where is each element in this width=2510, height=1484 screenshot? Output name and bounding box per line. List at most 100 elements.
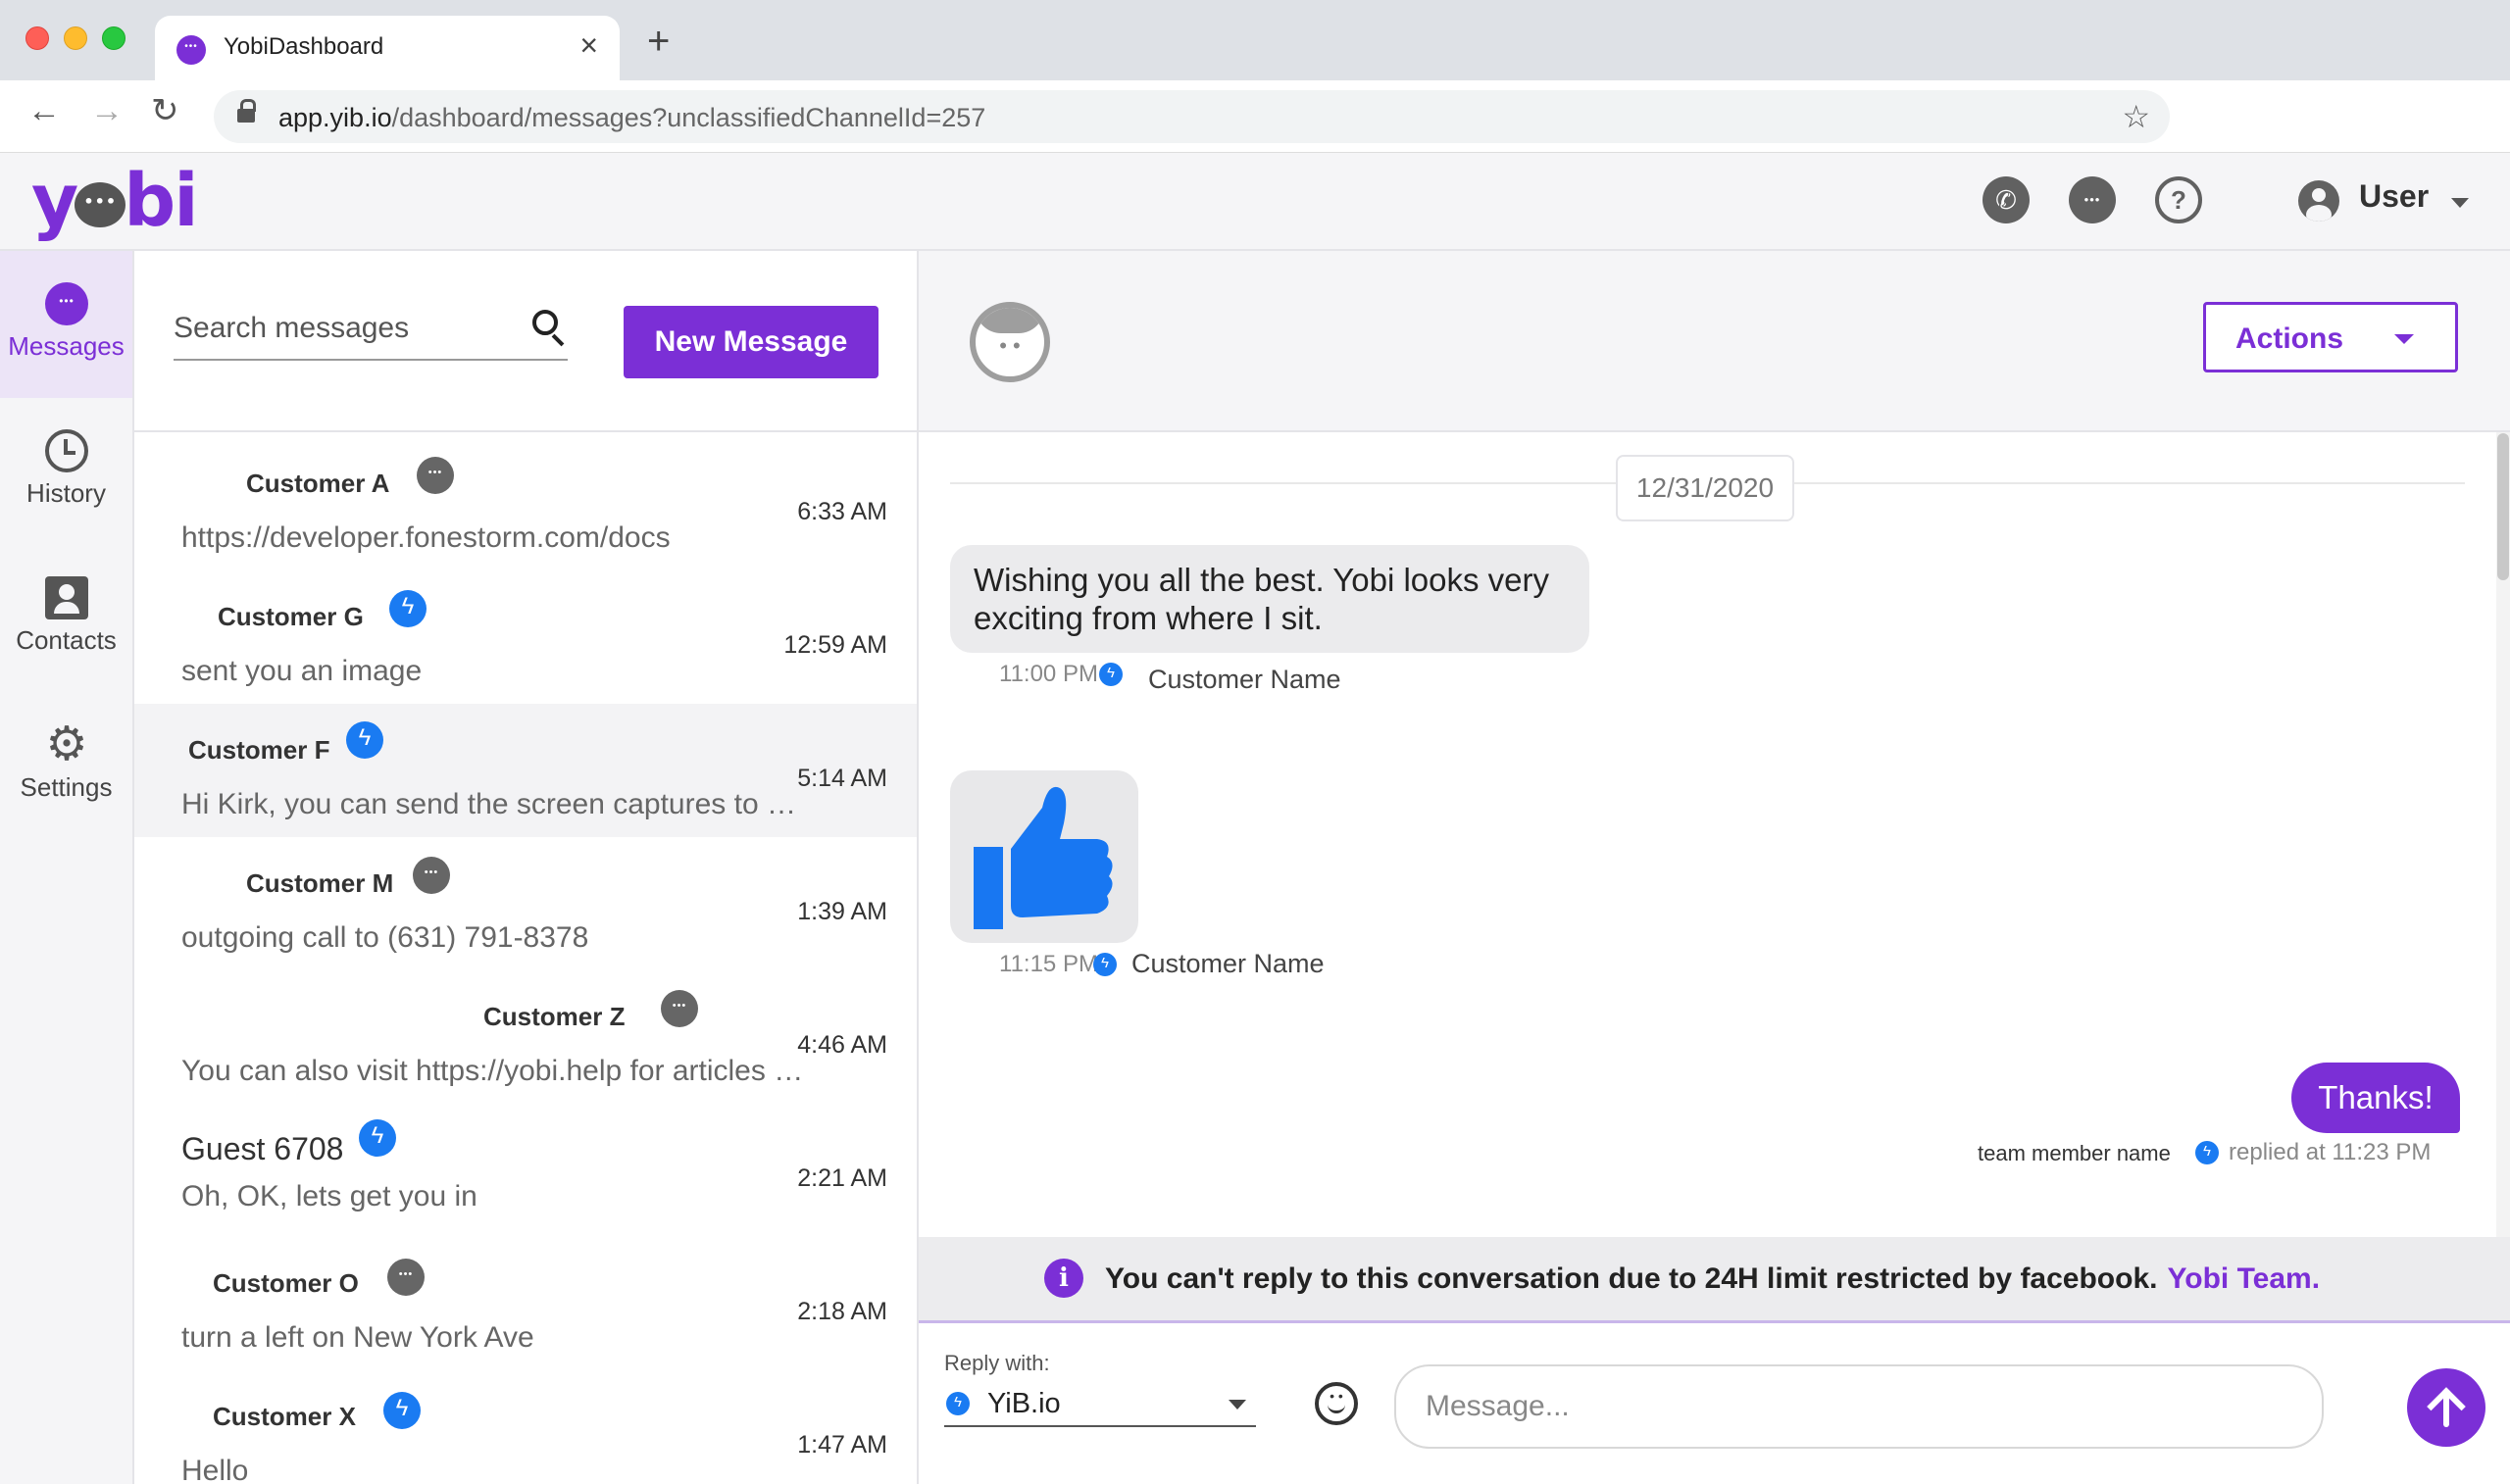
search-icon[interactable]: [532, 310, 558, 335]
reload-icon[interactable]: ↻: [151, 94, 179, 127]
yobi-team-link[interactable]: Yobi Team.: [2167, 1262, 2320, 1295]
sidebar-item-messages[interactable]: Messages: [0, 251, 132, 398]
notice-message: You can't reply to this conversation due…: [1105, 1262, 2158, 1295]
actions-dropdown-button[interactable]: Actions: [2203, 302, 2458, 372]
conversation-name: Customer X: [213, 1402, 356, 1431]
chat-header: Actions: [919, 251, 2510, 432]
chevron-down-icon: [1229, 1400, 1246, 1410]
conversation-name: Customer M: [246, 868, 394, 898]
contacts-icon: [45, 576, 88, 619]
sidebar-nav: Messages History Contacts ⚙ Settings: [0, 251, 134, 1484]
reply-with-value: YiB.io: [987, 1388, 1061, 1419]
emoji-icon[interactable]: [1315, 1382, 1358, 1425]
sms-channel-icon: [413, 857, 450, 894]
chevron-down-icon: [2394, 334, 2414, 344]
gear-icon: ⚙: [45, 718, 88, 770]
message-time: 11:00 PM: [999, 661, 1098, 687]
forward-arrow-icon[interactable]: →: [90, 94, 124, 127]
conversation-snippet: sent you an image: [181, 655, 423, 687]
list-item[interactable]: Customer X Hello 1:47 AM: [134, 1370, 917, 1484]
conversation-time: 6:33 AM: [797, 498, 887, 525]
message-composer: Reply with: YiB.io: [919, 1323, 2510, 1484]
replied-time: replied at 11:23 PM: [2229, 1139, 2432, 1165]
favicon-icon: [176, 35, 206, 65]
list-item[interactable]: Customer M outgoing call to (631) 791-83…: [134, 837, 917, 970]
conversation-snippet: outgoing call to (631) 791-8378: [181, 921, 589, 954]
send-button[interactable]: [2407, 1368, 2485, 1447]
incoming-message-bubble: Wishing you all the best. Yobi looks ver…: [950, 545, 1589, 653]
user-avatar-icon[interactable]: [2298, 180, 2339, 222]
list-item[interactable]: Customer O turn a left on New York Ave 2…: [134, 1237, 917, 1370]
actions-label: Actions: [2235, 322, 2344, 355]
window-close-button[interactable]: [25, 26, 49, 50]
new-message-button[interactable]: New Message: [624, 306, 878, 378]
help-icon[interactable]: ?: [2155, 176, 2202, 223]
search-input[interactable]: [174, 312, 507, 345]
sms-channel-icon: [387, 1259, 425, 1296]
browser-tab[interactable]: YobiDashboard ×: [155, 16, 620, 80]
tab-close-icon[interactable]: ×: [579, 27, 598, 64]
messenger-channel-icon: [389, 590, 427, 627]
message-input[interactable]: [1394, 1364, 2324, 1449]
list-item[interactable]: Customer G sent you an image 12:59 AM: [134, 570, 917, 704]
user-menu-caret-icon[interactable]: [2451, 198, 2469, 208]
conversation-snippet: You can also visit https://yobi.help for…: [181, 1055, 809, 1087]
conversation-snippet: turn a left on New York Ave: [181, 1321, 534, 1354]
messenger-channel-icon: [359, 1119, 396, 1157]
sidebar-item-contacts[interactable]: Contacts: [0, 545, 132, 692]
chat-icon[interactable]: •••: [2069, 176, 2116, 223]
message-time: 11:15 PM: [999, 951, 1098, 977]
address-bar[interactable]: app.yib.io/dashboard/messages?unclassifi…: [214, 90, 2170, 143]
logo-bubble-icon: [75, 182, 126, 227]
messenger-channel-icon: [1099, 663, 1123, 686]
sms-channel-icon: [661, 990, 698, 1027]
messenger-channel-icon: [1093, 953, 1117, 976]
yobi-logo[interactable]: ybi: [31, 159, 199, 243]
list-item[interactable]: Guest 6708 Oh, OK, lets get you in 2:21 …: [134, 1104, 917, 1237]
conversation-time: 4:46 AM: [797, 1031, 887, 1059]
contact-avatar-icon[interactable]: [970, 302, 1050, 382]
user-name[interactable]: User: [2359, 178, 2429, 215]
list-item[interactable]: Customer F Hi Kirk, you can send the scr…: [134, 704, 917, 837]
window-minimize-button[interactable]: [64, 26, 87, 50]
conversation-snippet: Hi Kirk, you can send the screen capture…: [181, 788, 809, 820]
bookmark-star-icon[interactable]: ☆: [2122, 98, 2150, 135]
conversation-time: 2:21 AM: [797, 1164, 887, 1192]
browser-tabbar: YobiDashboard × +: [0, 0, 2510, 80]
conversation-name: Customer O: [213, 1268, 359, 1298]
conversation-name: Customer G: [218, 602, 364, 631]
sidebar-item-label: Settings: [20, 772, 113, 802]
list-item[interactable]: Customer A https://developer.fonestorm.c…: [134, 437, 917, 570]
reply-with-select[interactable]: YiB.io: [944, 1382, 1256, 1427]
conversation-name: Guest 6708: [181, 1131, 344, 1166]
image-attachment[interactable]: [950, 770, 1138, 943]
notice-text: You can't reply to this conversation due…: [1105, 1262, 2320, 1296]
sidebar-item-settings[interactable]: ⚙ Settings: [0, 692, 132, 839]
chat-scrollbar-thumb[interactable]: [2497, 433, 2509, 580]
url-text[interactable]: app.yib.io/dashboard/messages?unclassifi…: [278, 103, 985, 133]
back-arrow-icon[interactable]: ←: [27, 94, 61, 127]
url-host: app.yib.io: [278, 103, 392, 132]
team-member-name: team member name: [1978, 1141, 2171, 1165]
conversation-time: 5:14 AM: [797, 765, 887, 792]
sidebar-item-history[interactable]: History: [0, 398, 132, 545]
list-item[interactable]: Customer Z You can also visit https://yo…: [134, 970, 917, 1104]
logo-right: bi: [124, 159, 198, 243]
conversation-list-panel: New Message Customer A https://developer…: [134, 251, 919, 1484]
new-tab-icon[interactable]: +: [647, 22, 670, 61]
list-header: New Message: [134, 251, 917, 432]
reply-with-label: Reply with:: [944, 1351, 1050, 1375]
conversation-name: Customer Z: [483, 1002, 626, 1031]
date-chip: 12/31/2020: [1616, 455, 1794, 521]
reply-restriction-notice: i You can't reply to this conversation d…: [919, 1237, 2510, 1323]
conversation-snippet: https://developer.fonestorm.com/docs: [181, 521, 671, 554]
messenger-channel-icon: [346, 721, 383, 759]
chat-panel: Actions 12/31/2020 Wishing you all the b…: [919, 251, 2510, 1484]
window-zoom-button[interactable]: [102, 26, 126, 50]
conversation-name: Customer F: [188, 735, 330, 765]
conversation-time: 1:47 AM: [797, 1431, 887, 1459]
conversation-name: Customer A: [246, 469, 390, 498]
phone-icon[interactable]: ✆: [1983, 176, 2030, 223]
info-icon: i: [1044, 1259, 1083, 1298]
sidebar-item-label: Contacts: [16, 625, 117, 655]
